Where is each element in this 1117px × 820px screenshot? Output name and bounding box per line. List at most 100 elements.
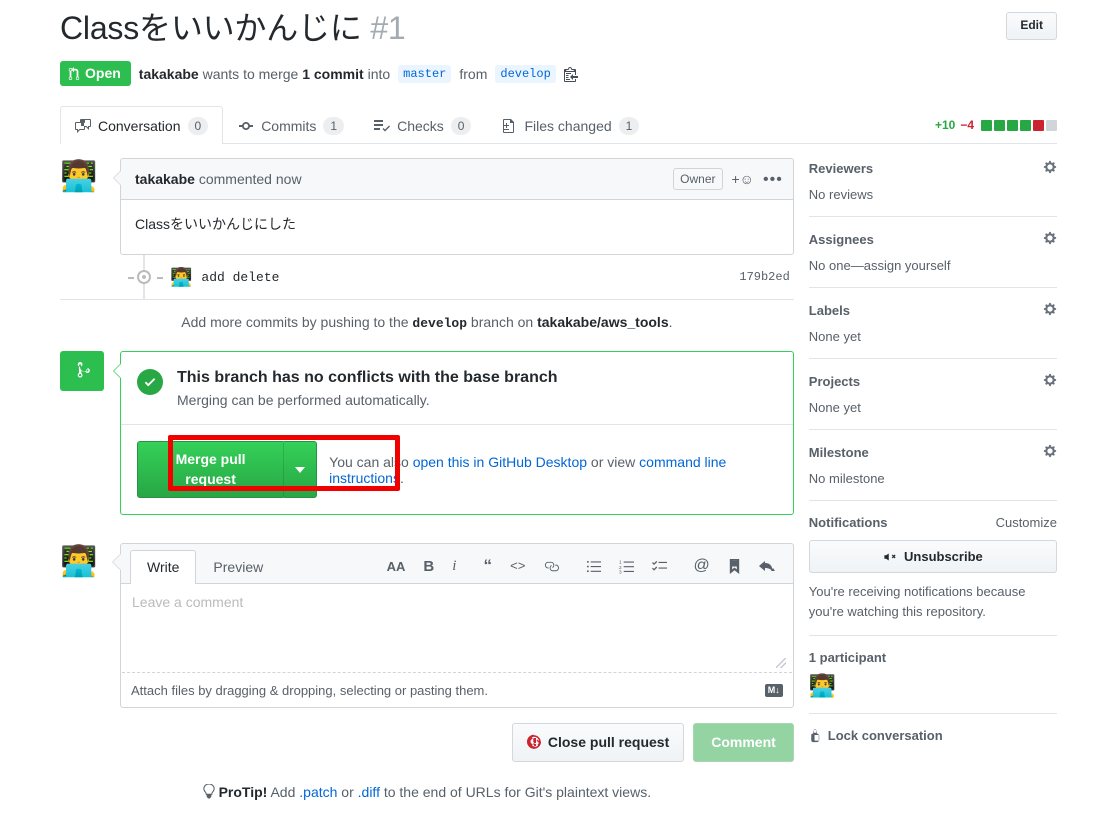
diffstat-block xyxy=(1046,119,1057,131)
sidebar-section-notifications: Notifications Customize Unsubscribe You'… xyxy=(808,515,1057,637)
tab-preview[interactable]: Preview xyxy=(196,550,280,584)
resize-handle[interactable] xyxy=(775,658,786,669)
link-icon[interactable] xyxy=(535,555,568,577)
merge-dropdown-button[interactable] xyxy=(283,441,318,499)
commit-author-avatar[interactable]: 👨‍💻 xyxy=(170,267,192,288)
bold-icon[interactable]: B xyxy=(414,555,443,577)
reviewers-title: Reviewers xyxy=(808,161,874,177)
comment-author[interactable]: takakabe xyxy=(135,171,195,187)
check-icon xyxy=(144,378,156,387)
pr-meta-into: into xyxy=(367,65,391,82)
italic-icon[interactable]: i xyxy=(443,555,465,577)
pr-commit-count: 1 commit xyxy=(302,65,364,82)
diffstat-block xyxy=(1007,119,1018,131)
copy-branch-icon[interactable] xyxy=(563,66,578,82)
mute-icon xyxy=(884,553,896,561)
unsubscribe-button[interactable]: Unsubscribe xyxy=(808,540,1057,574)
edit-button[interactable]: Edit xyxy=(1006,12,1057,40)
markdown-supported-badge[interactable]: M↓ xyxy=(764,684,783,698)
code-icon[interactable]: <> xyxy=(501,555,535,577)
tab-commits-count: 1 xyxy=(323,116,345,136)
head-branch-chip[interactable]: develop xyxy=(495,64,556,83)
diffstat-block xyxy=(1033,119,1044,131)
add-reaction-icon[interactable]: +☺ xyxy=(732,171,754,187)
push-hint-pre: Add more commits by pushing to the xyxy=(181,314,409,331)
pr-meta: Open takakabe wants to merge 1 commit in… xyxy=(60,60,1057,87)
gear-icon[interactable] xyxy=(1043,444,1057,461)
lock-conversation-label: Lock conversation xyxy=(827,728,943,744)
mention-icon[interactable]: @ xyxy=(685,555,719,577)
sidebar-section-assignees: Assignees No one—assign yourself xyxy=(808,231,1057,289)
lock-conversation-button[interactable]: Lock conversation xyxy=(809,728,1057,743)
protip-label: ProTip! xyxy=(218,783,268,800)
merge-status-sub: Merging can be performed automatically. xyxy=(177,392,430,409)
link-glyph-icon xyxy=(544,561,559,572)
tab-checks[interactable]: Checks 0 xyxy=(359,106,486,145)
avatar[interactable]: 👨‍💻 xyxy=(60,162,104,202)
reply-glyph-icon xyxy=(758,561,775,572)
status-badge-label: Open xyxy=(85,64,121,81)
tab-checks-count: 0 xyxy=(450,116,472,136)
close-pull-request-button[interactable]: Close pull request xyxy=(511,723,685,762)
tab-files-changed[interactable]: Files changed 1 xyxy=(486,106,654,145)
unsubscribe-label: Unsubscribe xyxy=(904,549,983,565)
gear-glyph-icon xyxy=(1043,445,1057,458)
commit-dot-icon xyxy=(137,270,151,285)
base-branch-chip[interactable]: master xyxy=(398,64,452,83)
form-actions: Close pull request Comment xyxy=(120,723,794,762)
comment-submit-button[interactable]: Comment xyxy=(693,723,794,762)
quote-icon[interactable]: “ xyxy=(474,555,501,577)
gear-icon[interactable] xyxy=(1043,231,1057,248)
checklist-icon xyxy=(374,119,391,132)
protip-diff-link[interactable]: .diff xyxy=(358,784,380,800)
merge-glyph-icon xyxy=(77,361,90,378)
milestone-title: Milestone xyxy=(808,445,869,461)
sidebar-section-labels: Labels None yet xyxy=(808,302,1057,360)
ordered-list-icon[interactable]: 1 2 3 xyxy=(610,555,643,577)
gear-icon[interactable] xyxy=(1043,373,1057,390)
gear-glyph-icon xyxy=(1043,161,1057,174)
tab-files-changed-count: 1 xyxy=(618,116,640,136)
pr-number: #1 xyxy=(370,10,406,46)
diffstat-additions: +10 xyxy=(934,118,956,133)
push-hint-branch: develop xyxy=(412,316,468,332)
commit-message[interactable]: add delete xyxy=(201,270,279,285)
sidebar-section-reviewers: Reviewers No reviews xyxy=(808,158,1057,218)
protip-patch-link[interactable]: .patch xyxy=(299,784,337,800)
tab-conversation[interactable]: Conversation 0 xyxy=(60,105,224,145)
unordered-list-icon[interactable] xyxy=(577,555,610,577)
sidebar-section-lock: Lock conversation xyxy=(809,728,1057,757)
comment-box: takakabe commented now Owner +☺ ••• Clas… xyxy=(113,158,794,256)
heading-icon[interactable]: AA xyxy=(378,555,415,577)
participant-avatar[interactable]: 👨‍💻 xyxy=(809,673,1057,699)
reply-icon[interactable] xyxy=(750,555,784,577)
tab-write[interactable]: Write xyxy=(130,549,197,585)
saved-reply-icon[interactable] xyxy=(719,555,750,577)
milestone-empty: No milestone xyxy=(808,471,885,487)
gear-icon[interactable] xyxy=(1043,160,1057,177)
close-pull-request-label: Close pull request xyxy=(547,734,670,751)
push-hint-post: . xyxy=(668,314,673,331)
notifications-note: You're receiving notifications because y… xyxy=(808,584,1026,619)
merge-pull-request-button[interactable]: Merge pull request xyxy=(137,441,284,499)
open-in-github-desktop-link[interactable]: open this in GitHub Desktop xyxy=(413,454,587,470)
tab-commits[interactable]: Commits 1 xyxy=(223,106,359,145)
labels-header: Labels xyxy=(809,302,1057,319)
commit-sha[interactable]: 179b2ed xyxy=(739,270,793,284)
comment-menu-icon[interactable]: ••• xyxy=(763,171,783,186)
attach-files-bar: Attach files by dragging & dropping, sel… xyxy=(121,674,793,707)
task-list-icon[interactable] xyxy=(643,555,676,577)
current-user-avatar[interactable]: 👨‍💻 xyxy=(60,547,104,587)
gear-icon[interactable] xyxy=(1043,302,1057,319)
projects-empty: None yet xyxy=(808,400,861,416)
bookmark-glyph-icon xyxy=(729,558,739,574)
labels-empty: None yet xyxy=(808,329,861,345)
diffstat-block xyxy=(981,119,992,131)
diffstat-blocks xyxy=(981,119,1057,131)
merge-help-post: . xyxy=(399,469,404,486)
notifications-title: Notifications xyxy=(808,515,888,531)
comment-input[interactable]: Leave a comment xyxy=(122,585,792,674)
customize-notifications-link[interactable]: Customize xyxy=(996,515,1057,530)
comment-time: now xyxy=(275,171,302,188)
clippy-icon xyxy=(563,66,578,82)
